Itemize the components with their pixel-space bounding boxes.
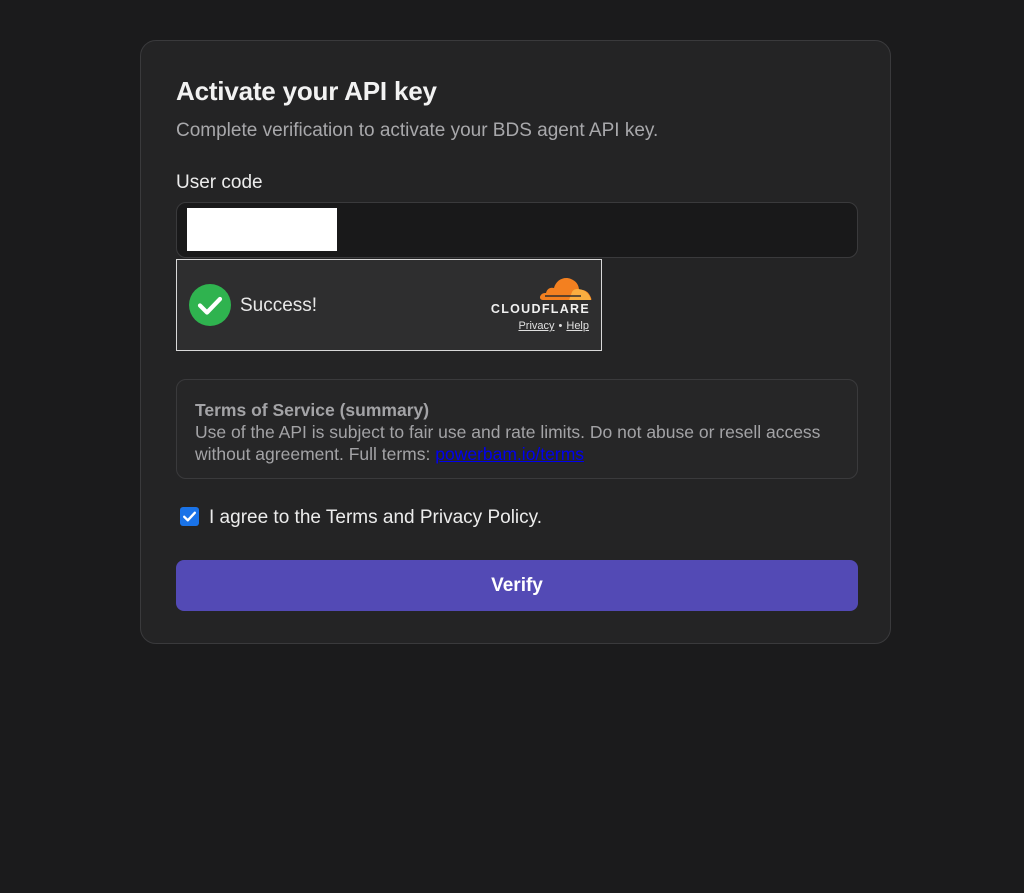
page-title: Activate your API key: [176, 76, 437, 106]
cloudflare-cloud-icon: [539, 278, 592, 300]
privacy-link[interactable]: Privacy: [518, 320, 554, 332]
cloudflare-turnstile-widget[interactable]: Success! CLOUDFLARE Privacy • Help: [176, 259, 602, 351]
check-circle-icon: [189, 284, 231, 326]
page-subtitle: Complete verification to activate your B…: [176, 120, 659, 141]
agree-label[interactable]: I agree to the Terms and Privacy Policy.: [209, 507, 542, 529]
help-link[interactable]: Help: [566, 320, 589, 332]
agree-checkbox[interactable]: [180, 507, 199, 526]
terms-link[interactable]: powerbam.io/terms: [435, 444, 584, 464]
user-code-input[interactable]: [176, 202, 858, 258]
user-code-redaction: [187, 208, 337, 251]
user-code-label: User code: [176, 172, 263, 193]
verify-button[interactable]: Verify: [176, 560, 858, 611]
turnstile-status-text: Success!: [240, 295, 318, 316]
terms-summary-box: Terms of Service (summary) Use of the AP…: [176, 379, 858, 479]
cloudflare-wordmark: CLOUDFLARE: [490, 302, 590, 316]
turnstile-links: Privacy • Help: [518, 320, 589, 332]
link-separator: •: [558, 320, 563, 332]
terms-body: Use of the API is subject to fair use an…: [195, 421, 835, 465]
terms-title: Terms of Service (summary): [195, 400, 430, 420]
activation-card: Activate your API key Complete verificat…: [140, 40, 891, 644]
